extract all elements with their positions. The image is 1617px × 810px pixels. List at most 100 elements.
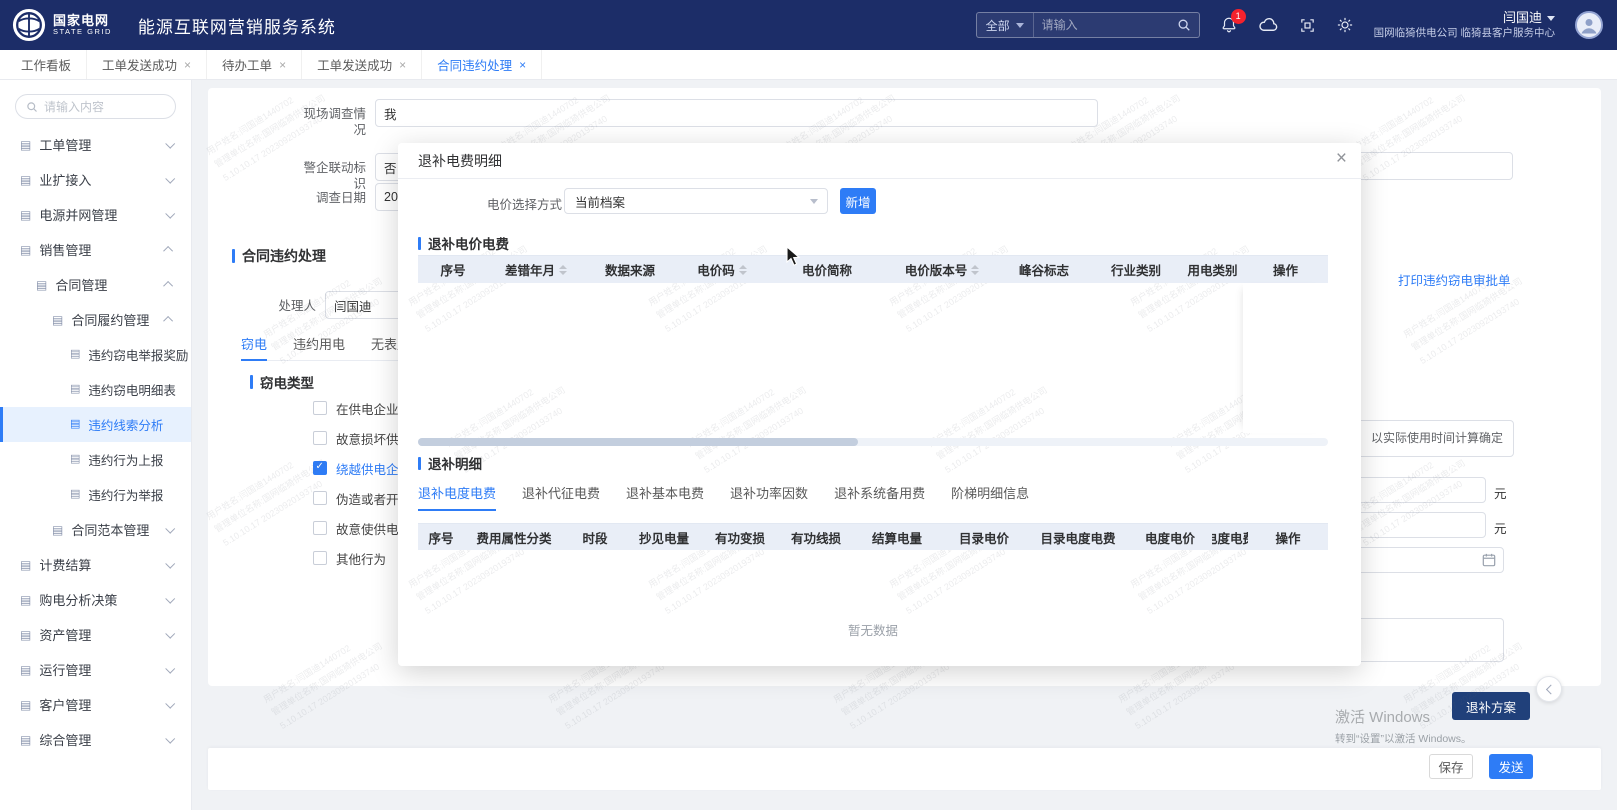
checkbox[interactable] [313,401,327,415]
sidebar: ▤工单管理 ▤业扩接入 ▤电源并网管理 ▤销售管理 ▤合同管理 ▤合同履约管理 … [0,80,192,810]
checkbox[interactable] [313,551,327,565]
close-icon[interactable]: × [519,59,526,71]
theft-type-option-1[interactable]: 在供电企业的 [313,400,411,416]
menu-icon: ▤ [20,734,31,746]
avatar[interactable] [1575,11,1603,39]
search-category-select[interactable]: 全部 [977,13,1034,37]
fullscreen-scan-icon[interactable] [1299,17,1316,34]
menu-icon: ▤ [20,139,31,151]
sidebar-item-general-mgmt[interactable]: ▤综合管理 [0,722,191,757]
close-icon[interactable]: × [184,59,191,71]
notification-bell-icon[interactable]: 1 [1220,16,1238,34]
sidebar-item-breach-behavior-report[interactable]: ▤违约行为上报 [0,442,191,477]
sidebar-item-biz-expansion[interactable]: ▤业扩接入 [0,162,191,197]
tab-breach-usage[interactable]: 违约用电 [293,333,345,360]
price-mode-select[interactable]: 当前档案 [564,188,828,214]
panel-collapse-toggle[interactable] [1536,676,1562,702]
close-icon[interactable]: × [399,59,406,71]
cloud-icon[interactable] [1258,16,1279,34]
theft-type-option-3[interactable]: 绕越供电企业 [313,460,411,476]
sidebar-item-breach-behavior-tipoff[interactable]: ▤违约行为举报 [0,477,191,512]
empty-state-text: 暂无数据 [418,620,1328,639]
tab-energy-fee[interactable]: 退补电度电费 [418,481,496,511]
search-icon [26,101,38,113]
global-search: 全部 [976,12,1200,38]
tab-workboard[interactable]: 工作看板 [6,50,87,79]
sidebar-item-purchase-analysis[interactable]: ▤购电分析决策 [0,582,191,617]
col-error-month: 差错年月 [488,256,584,283]
state-grid-logo [12,8,46,42]
menu-icon: ▤ [36,279,47,291]
sidebar-item-customer-mgmt[interactable]: ▤客户管理 [0,687,191,722]
theft-type-option-6[interactable]: 其他行为 [313,550,386,566]
sidebar-item-contract-template[interactable]: ▤合同范本管理 [0,512,191,547]
sidebar-item-breach-clue-analysis[interactable]: ▤违约线索分析 [0,407,191,442]
col-catalog-price: 目录电价 [940,524,1028,550]
save-button[interactable]: 保存 [1429,754,1473,779]
theft-type-option-4[interactable]: 伪造或者开启 [313,490,411,506]
sidebar-item-theft-report-reward[interactable]: ▤违约窃电举报奖励 [0,337,191,372]
section-refund-price-fee: 退补电价电费 [418,233,509,253]
col-peak-valley-flag: 峰谷标志 [998,256,1090,283]
global-search-input[interactable] [1034,18,1177,32]
col-fee-attribute: 费用属性分类 [464,524,564,550]
calendar-icon[interactable] [1482,553,1496,567]
tab-power-factor[interactable]: 退补功率因数 [730,481,808,511]
tab-collected-fee[interactable]: 退补代征电费 [522,481,600,511]
tab-todo-worder[interactable]: 待办工单× [207,50,302,79]
tab-theft[interactable]: 窃电 [241,333,267,360]
tab-contract-breach[interactable]: 合同违约处理× [422,50,542,79]
checkbox-checked[interactable] [313,461,327,475]
theft-type-option-2[interactable]: 故意损坏供电 [313,430,411,446]
theft-type-option-5[interactable]: 故意使供电企 [313,520,411,536]
checkbox[interactable] [313,431,327,445]
sidebar-item-asset-mgmt[interactable]: ▤资产管理 [0,617,191,652]
checkbox[interactable] [313,491,327,505]
sidebar-item-worder-mgmt[interactable]: ▤工单管理 [0,127,191,162]
sidebar-item-billing[interactable]: ▤计费结算 [0,547,191,582]
sidebar-item-sales-mgmt[interactable]: ▤销售管理 [0,232,191,267]
field-survey-date-label: 调查日期 [292,190,366,206]
settings-gear-icon[interactable] [1336,16,1354,34]
tab-worder-sent-1[interactable]: 工单发送成功× [87,50,207,79]
tab-basic-fee[interactable]: 退补基本电费 [626,481,704,511]
tab-system-reserve-fee[interactable]: 退补系统备用费 [834,481,925,511]
refund-plan-button[interactable]: 退补方案 [1452,692,1530,720]
field-survey-label: 现场调查情况 [292,106,366,138]
close-icon[interactable]: × [1336,149,1347,168]
add-button[interactable]: 新增 [840,188,876,214]
sort-icon[interactable] [971,265,979,275]
chevron-down-icon [165,629,175,639]
unit-yuan-1: 元 [1494,483,1507,502]
windows-activate-subtext: 转到“设置”以激活 Windows。 [1335,731,1472,746]
sidebar-item-grid-connection[interactable]: ▤电源并网管理 [0,197,191,232]
checkbox[interactable] [313,521,327,535]
scrollbar-thumb[interactable] [418,438,858,446]
doc-icon: ▤ [70,454,80,465]
system-title: 能源互联网营销服务系统 [138,13,336,38]
close-icon[interactable]: × [279,59,286,71]
sort-icon[interactable] [739,265,747,275]
unit-yuan-2: 元 [1494,518,1507,537]
chevron-down-icon [165,594,175,604]
chevron-down-icon [165,559,175,569]
field-survey-input[interactable] [375,99,1098,127]
sidebar-search-input[interactable] [44,100,165,114]
col-actions: 操作 [1243,256,1328,283]
windows-activate-text: 激活 Windows [1335,706,1430,727]
sidebar-item-contract-mgmt[interactable]: ▤合同管理 [0,267,191,302]
print-approval-link[interactable]: 打印违约窃电审批单 [1398,270,1511,289]
tab-worder-sent-2[interactable]: 工单发送成功× [302,50,422,79]
price-mode-label: 电价选择方式 [484,194,562,213]
sidebar-item-contract-performance[interactable]: ▤合同履约管理 [0,302,191,337]
sidebar-item-theft-detail-table[interactable]: ▤违约窃电明细表 [0,372,191,407]
col-transformer-loss: 有功变损 [702,524,778,550]
sidebar-item-operation-mgmt[interactable]: ▤运行管理 [0,652,191,687]
menu-icon: ▤ [20,699,31,711]
tab-ladder-detail[interactable]: 阶梯明细信息 [951,481,1029,511]
search-icon[interactable] [1177,18,1199,32]
sort-icon[interactable] [559,265,567,275]
user-menu[interactable]: 闫国迪 国网临猗供电公司 临猗县客户服务中心 [1374,10,1555,41]
field-police-linkage-label: 警企联动标识 [292,160,366,192]
send-button[interactable]: 发送 [1489,754,1533,779]
